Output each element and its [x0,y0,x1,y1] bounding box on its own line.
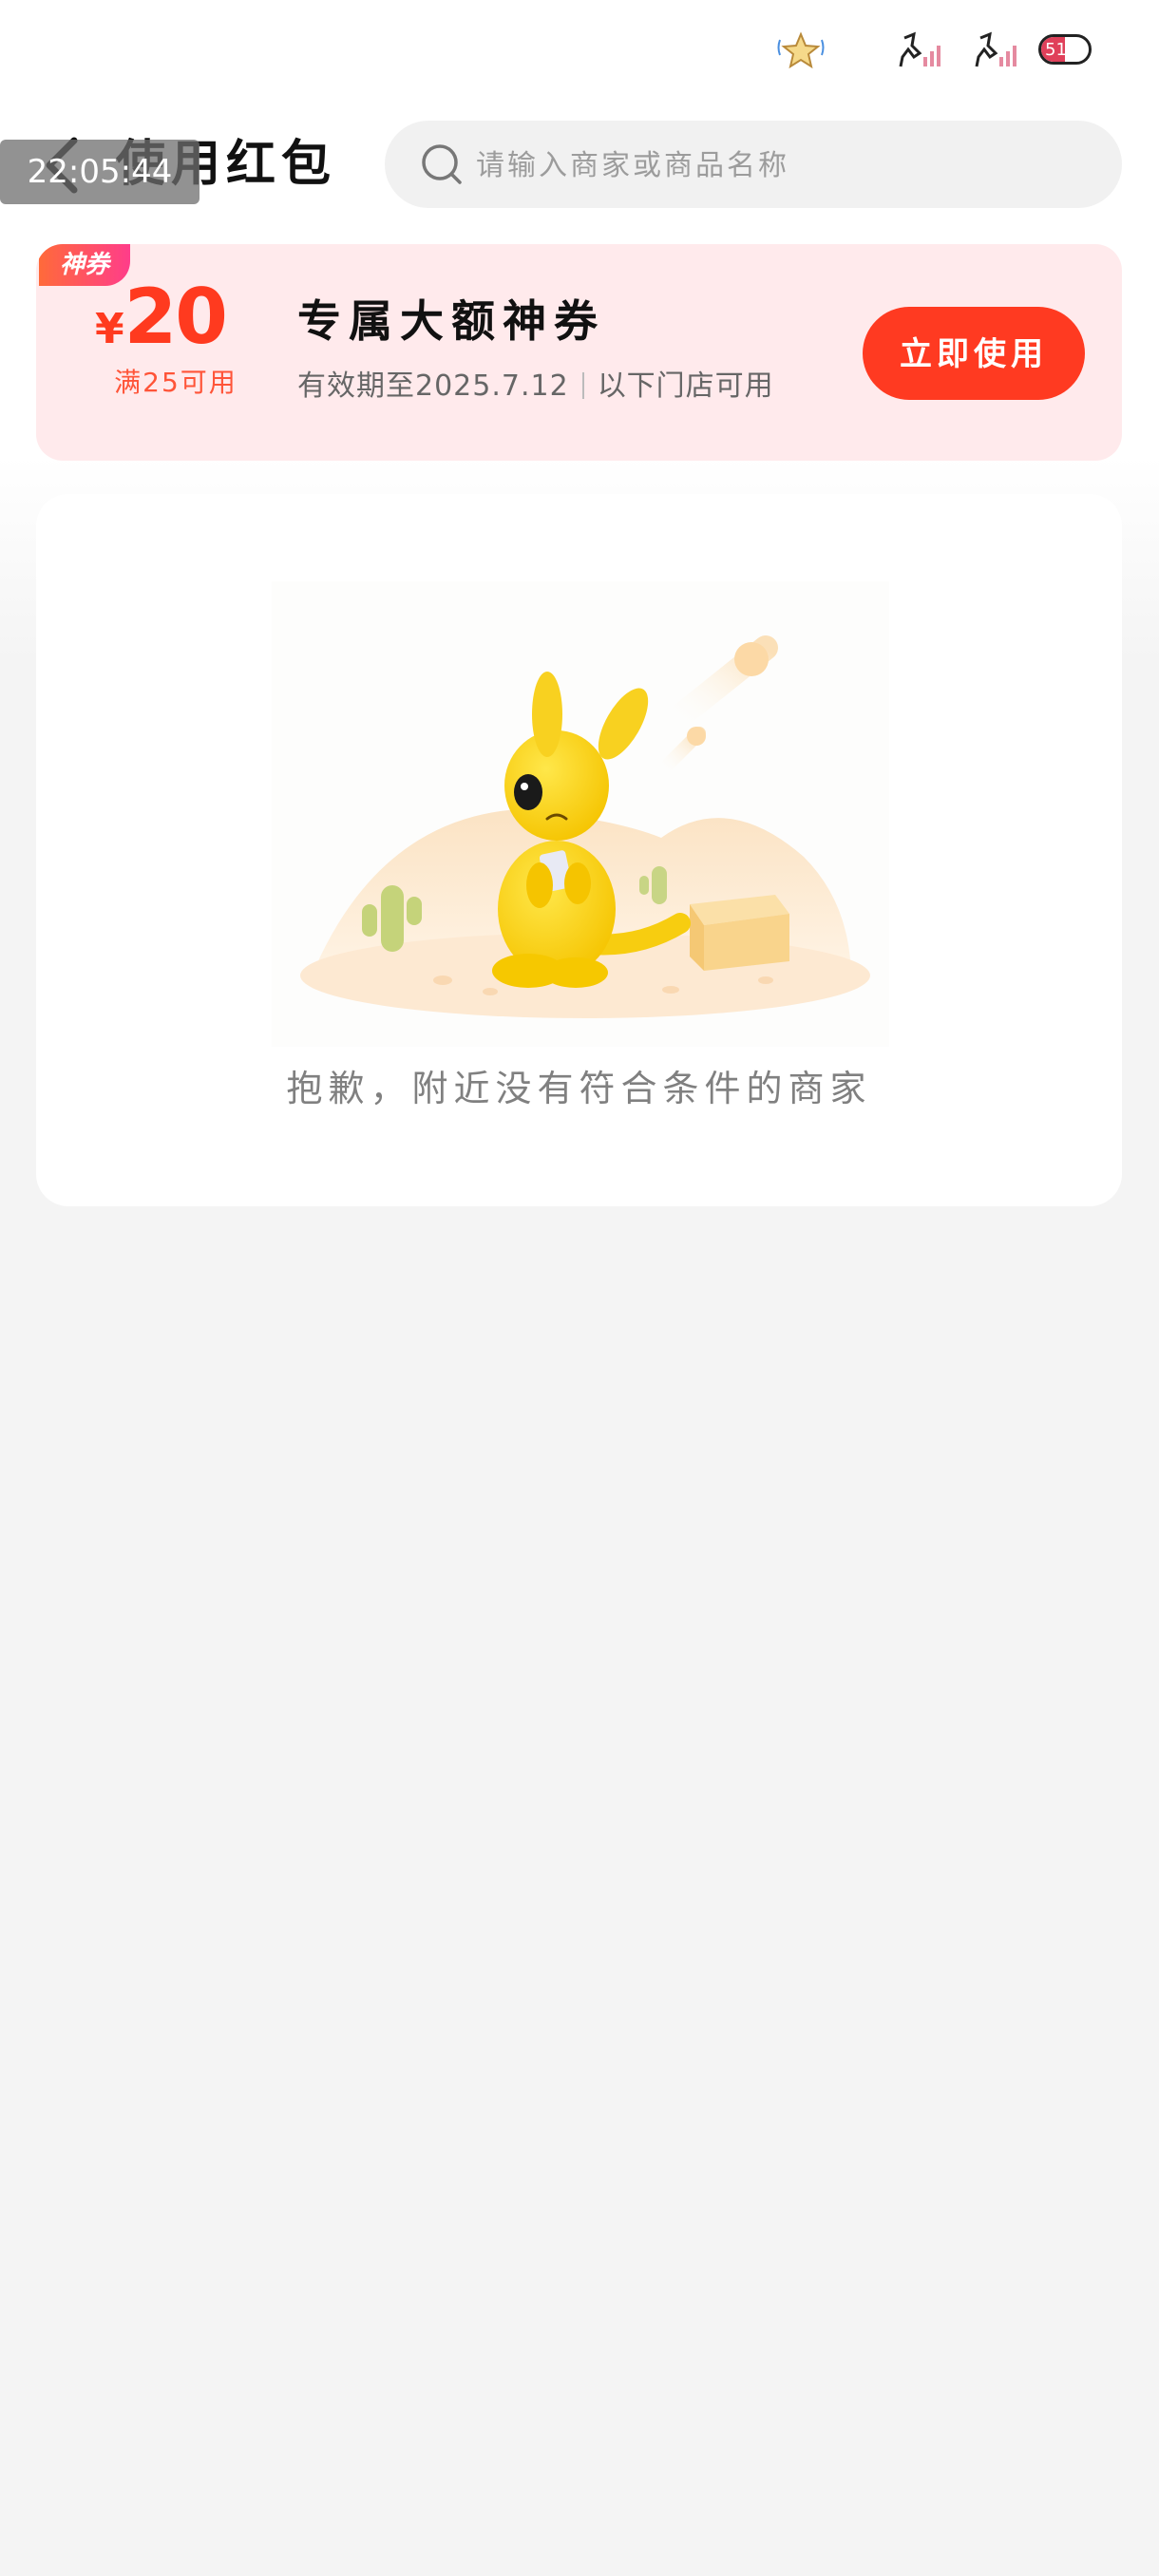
divider [581,372,584,399]
coupon-threshold: 满25可用 [114,367,238,398]
coupon-value: 20 [124,273,228,361]
signal-strength-icon-1 [899,31,940,67]
coupon-amount: ¥20 [95,273,228,361]
coupon-scope: 以下门店可用 [597,369,774,403]
battery-level: 51 [1045,40,1067,60]
coupon-card: 神券 ¥20 满25可用 专属大额神券 有效期至2025.7.12 以下门店可用 … [36,244,1122,461]
search-icon [422,144,462,184]
search-bar[interactable] [385,121,1122,210]
coupon-name: 专属大额神券 [297,295,605,347]
battery-icon: 51 [1038,34,1092,65]
time-overlay: 22:05:44 [0,140,200,204]
empty-state-message: 抱歉，附近没有符合条件的商家 [286,1068,872,1109]
coupon-validity: 有效期至2025.7.12 [297,369,569,403]
currency-symbol: ¥ [95,305,124,353]
empty-state-card: 抱歉，附近没有符合条件的商家 [36,494,1122,1206]
search-input[interactable] [474,121,1105,210]
use-now-button[interactable]: 立即使用 [863,307,1085,400]
yellow-kangaroo-desert-icon [272,581,889,1047]
notification-star-icon [777,31,825,69]
coupon-description: 有效期至2025.7.12 以下门店可用 [297,362,774,404]
status-bar: 51 [0,0,1159,104]
signal-strength-icon-2 [975,31,1016,67]
